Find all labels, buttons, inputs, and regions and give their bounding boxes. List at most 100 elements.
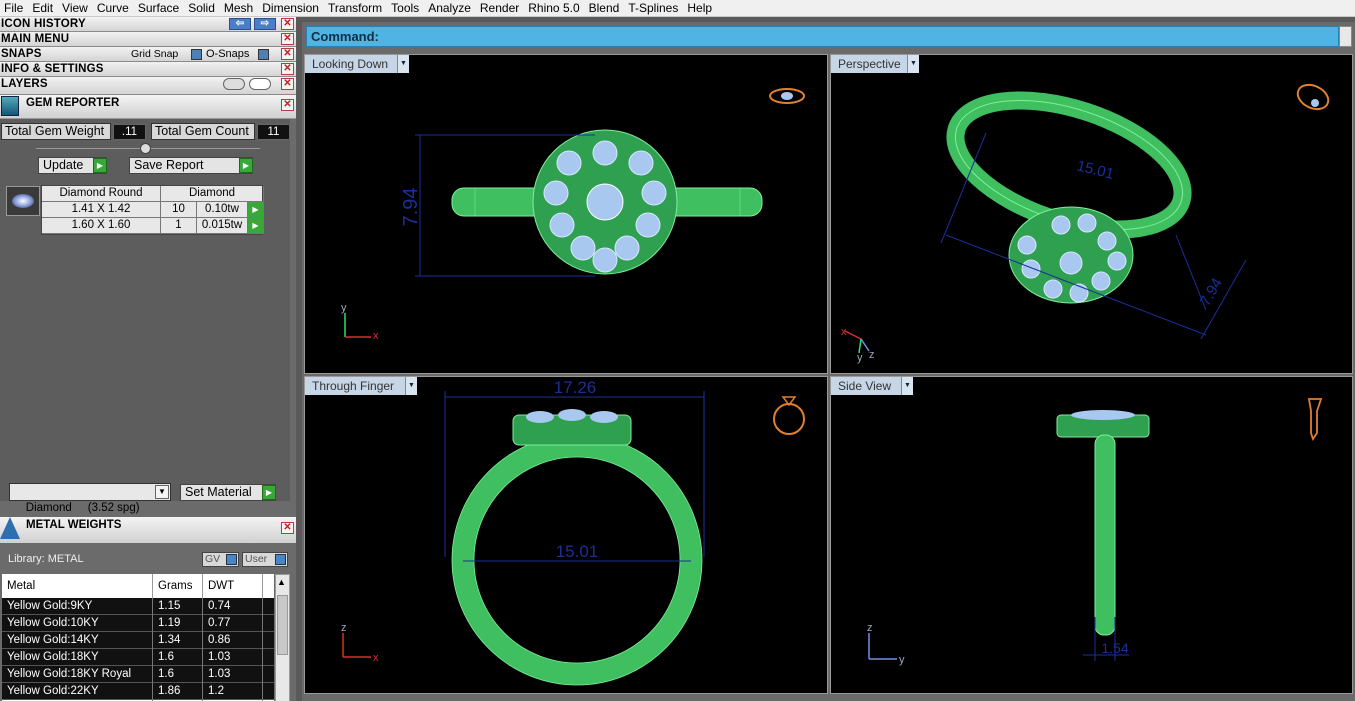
viewport-side-view[interactable]: 1.54 z y Side View ▼ [830, 376, 1353, 694]
scroll-thumb[interactable] [277, 595, 288, 655]
menu-curve[interactable]: Curve [93, 0, 134, 16]
menu-tsplines[interactable]: T-Splines [624, 0, 683, 16]
chevron-down-icon[interactable]: ▼ [397, 55, 409, 73]
menu-help[interactable]: Help [683, 0, 717, 16]
metal-grams: 1.19 [158, 617, 181, 629]
user-label: User [245, 553, 268, 565]
save-report-button[interactable]: Save Report ▶ [129, 157, 253, 174]
close-icon[interactable]: ✕ [281, 63, 294, 75]
forward-arrow-icon[interactable]: ⇨ [254, 18, 276, 30]
close-icon[interactable]: ✕ [281, 48, 294, 60]
viewport-title[interactable]: Looking Down [305, 55, 397, 73]
flower-head [1008, 206, 1134, 304]
splitter-handle[interactable] [140, 143, 151, 154]
axis-x-label: x [841, 326, 847, 338]
menu-transform[interactable]: Transform [324, 0, 387, 16]
table-row[interactable]: Yellow Gold:14KY 1.34 0.86 [2, 632, 274, 649]
flower-head [1056, 410, 1150, 438]
chevron-down-icon[interactable]: ▼ [901, 377, 913, 395]
gem-row-weight: 0.10tw [197, 202, 248, 218]
side-view-drawing: 1.54 z y [867, 398, 1323, 666]
top-view-drawing: 7.94 y x [341, 88, 805, 342]
menu-bar: File Edit View Curve Surface Solid Mesh … [0, 0, 1355, 17]
gem-reporter-title: GEM REPORTER [26, 97, 120, 109]
close-icon[interactable]: ✕ [281, 18, 294, 30]
nav-ring-icon [1307, 398, 1323, 442]
info-settings-header[interactable]: INFO & SETTINGS ✕ [0, 62, 296, 77]
axis-z-label: z [869, 349, 875, 361]
menu-tools[interactable]: Tools [387, 0, 424, 16]
material-select[interactable]: Diamond (3.52 spg) ▼ [9, 483, 171, 514]
snaps-header[interactable]: SNAPS Grid Snap O-Snaps ✕ [0, 47, 296, 62]
gem-row-go-icon[interactable]: ▶ [248, 218, 264, 234]
layer-off-icon[interactable] [223, 78, 245, 90]
set-material-button[interactable]: Set Material ▶ [180, 484, 276, 501]
menu-solid[interactable]: Solid [184, 0, 220, 16]
diamond-round-icon[interactable] [6, 186, 40, 216]
play-icon: ▶ [262, 485, 276, 500]
close-icon[interactable]: ✕ [281, 33, 294, 45]
main-menu-header[interactable]: MAIN MENU ✕ [0, 32, 296, 47]
close-icon[interactable]: ✕ [281, 78, 294, 90]
metal-dwt: 1.2 [208, 685, 224, 697]
gem-reporter-icon [1, 96, 19, 116]
metal-name: Yellow Gold:14KY [7, 634, 99, 646]
snaps-label: SNAPS [1, 48, 42, 60]
menu-surface[interactable]: Surface [134, 0, 184, 16]
menu-edit[interactable]: Edit [28, 0, 58, 16]
menu-render[interactable]: Render [476, 0, 524, 16]
menu-mesh[interactable]: Mesh [220, 0, 258, 16]
gem-row-go-icon[interactable]: ▶ [248, 202, 264, 218]
command-bar[interactable]: Command: [306, 26, 1339, 47]
flower-head [512, 409, 632, 446]
eye-icon[interactable] [249, 78, 271, 90]
menu-rhino[interactable]: Rhino 5.0 [524, 0, 584, 16]
chevron-down-icon[interactable]: ▼ [907, 55, 919, 73]
back-arrow-icon[interactable]: ⇦ [229, 18, 251, 30]
scroll-up-icon[interactable]: ▲ [277, 577, 286, 587]
play-icon: ▶ [239, 158, 253, 173]
perspective-drawing: 15.01 7.94 x y z [841, 83, 1330, 364]
user-toggle[interactable]: User [242, 552, 288, 567]
col-metal[interactable]: Metal [7, 574, 35, 598]
viewport-perspective[interactable]: 15.01 7.94 x y z Perspective ▼ [830, 54, 1353, 374]
viewport-title[interactable]: Through Finger [305, 377, 405, 395]
metal-grams: 1.86 [158, 685, 181, 697]
gv-toggle[interactable]: GV [202, 552, 239, 567]
table-row[interactable]: Yellow Gold:18KY 1.6 1.03 [2, 649, 274, 666]
table-row[interactable]: Yellow Gold:22KY 1.86 1.2 [2, 683, 274, 700]
axis-z-label: z [341, 622, 347, 634]
menu-dimension[interactable]: Dimension [258, 0, 324, 16]
layers-header[interactable]: LAYERS ✕ [0, 77, 296, 95]
main-menu-label: MAIN MENU [1, 33, 70, 45]
col-grams[interactable]: Grams [158, 574, 193, 598]
viewport-title[interactable]: Side View [831, 377, 901, 395]
chevron-down-icon[interactable]: ▼ [405, 377, 417, 395]
menu-file[interactable]: File [0, 0, 28, 16]
close-icon[interactable]: ✕ [281, 99, 294, 111]
gv-label: GV [205, 553, 221, 565]
o-snaps-toggle[interactable] [258, 49, 269, 60]
col-dwt[interactable]: DWT [208, 574, 234, 598]
gem-reporter-body: Total Gem Weight .11 Total Gem Count 11 … [0, 119, 290, 501]
metal-table-scrollbar[interactable]: ▲ [275, 574, 290, 701]
menu-blend[interactable]: Blend [585, 0, 625, 16]
table-row[interactable]: Yellow Gold:18KY Royal 1.6 1.03 [2, 666, 274, 683]
viewport-through-finger[interactable]: 17.26 15.01 z x Through Finger ▼ [304, 376, 828, 694]
metal-table-header: Metal Grams DWT [2, 574, 274, 598]
update-button[interactable]: Update ▶ [38, 157, 107, 174]
grid-snap-toggle[interactable] [191, 49, 202, 60]
menu-analyze[interactable]: Analyze [424, 0, 476, 16]
command-scrollbar[interactable] [1339, 26, 1352, 47]
table-row[interactable]: Yellow Gold:9KY 1.15 0.74 [2, 598, 274, 615]
metal-table: Metal Grams DWT Yellow Gold:9KY 1.15 0.7… [2, 574, 274, 701]
nav-ring-icon [773, 396, 805, 435]
viewport-looking-down[interactable]: 7.94 y x Looking Down ▼ [304, 54, 828, 374]
icon-history-header[interactable]: ICON HISTORY ⇦ ⇨ ✕ [0, 17, 296, 32]
chevron-down-icon[interactable]: ▼ [155, 485, 169, 499]
viewport-title[interactable]: Perspective [831, 55, 907, 73]
gem-row-count: 1 [161, 218, 197, 234]
close-icon[interactable]: ✕ [281, 522, 294, 534]
menu-view[interactable]: View [58, 0, 93, 16]
table-row[interactable]: Yellow Gold:10KY 1.19 0.77 [2, 615, 274, 632]
